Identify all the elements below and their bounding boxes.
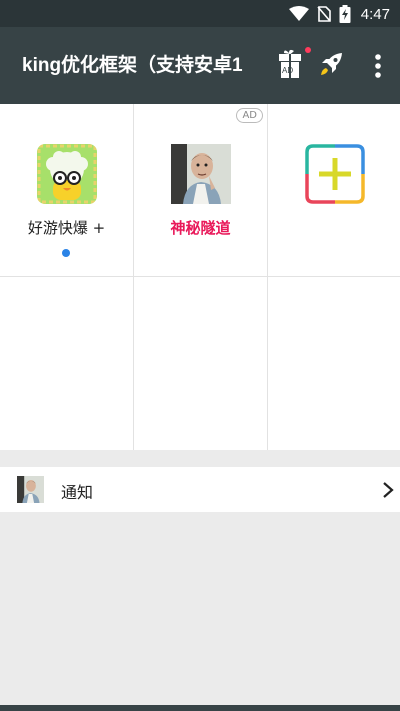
more-options-button[interactable] (368, 51, 388, 81)
bottom-bar (0, 705, 400, 711)
more-vert-icon (375, 54, 381, 78)
photo-avatar-icon (17, 476, 44, 503)
gift-icon (279, 49, 301, 78)
gift-ad-label: AD (282, 66, 294, 75)
app-label: 神秘隧道 (170, 219, 231, 237)
no-sim-icon (317, 6, 331, 22)
notification-row[interactable]: 通知 (0, 467, 400, 512)
empty-app-slot[interactable] (268, 277, 400, 449)
status-icons: 4:47 (288, 4, 390, 24)
app-cell-haoyoukuaibao[interactable]: 好游快爆 + (0, 104, 133, 276)
empty-app-slot[interactable] (0, 277, 133, 449)
battery-charging-icon (339, 5, 351, 23)
ad-badge: AD (236, 108, 263, 123)
add-app-cell[interactable] (268, 104, 400, 276)
haoyoukuaibao-app-icon (37, 144, 97, 204)
app-label: 好游快爆 + (27, 219, 106, 237)
chevron-right-icon (383, 482, 394, 498)
app-grid: 好游快爆 + AD 神秘隧道 (0, 104, 400, 450)
status-time: 4:47 (360, 5, 390, 23)
notification-label: 通知 (61, 483, 94, 502)
rocket-button[interactable] (318, 51, 346, 79)
rocket-icon (321, 53, 342, 75)
app-cell-shenmi-suidao[interactable]: AD 神秘隧道 (134, 104, 267, 276)
app-bar: king优化框架（支持安卓1 AD (0, 27, 400, 104)
add-app-icon (305, 144, 365, 204)
app-title: king优化框架（支持安卓1 (22, 55, 243, 76)
empty-app-slot[interactable] (134, 277, 267, 449)
notification-dot (305, 47, 311, 53)
new-indicator-dot (62, 249, 70, 257)
wifi-icon (288, 6, 309, 21)
photo-avatar-icon (171, 144, 231, 204)
gift-button[interactable]: AD (276, 47, 304, 81)
status-bar: 4:47 (0, 0, 400, 27)
